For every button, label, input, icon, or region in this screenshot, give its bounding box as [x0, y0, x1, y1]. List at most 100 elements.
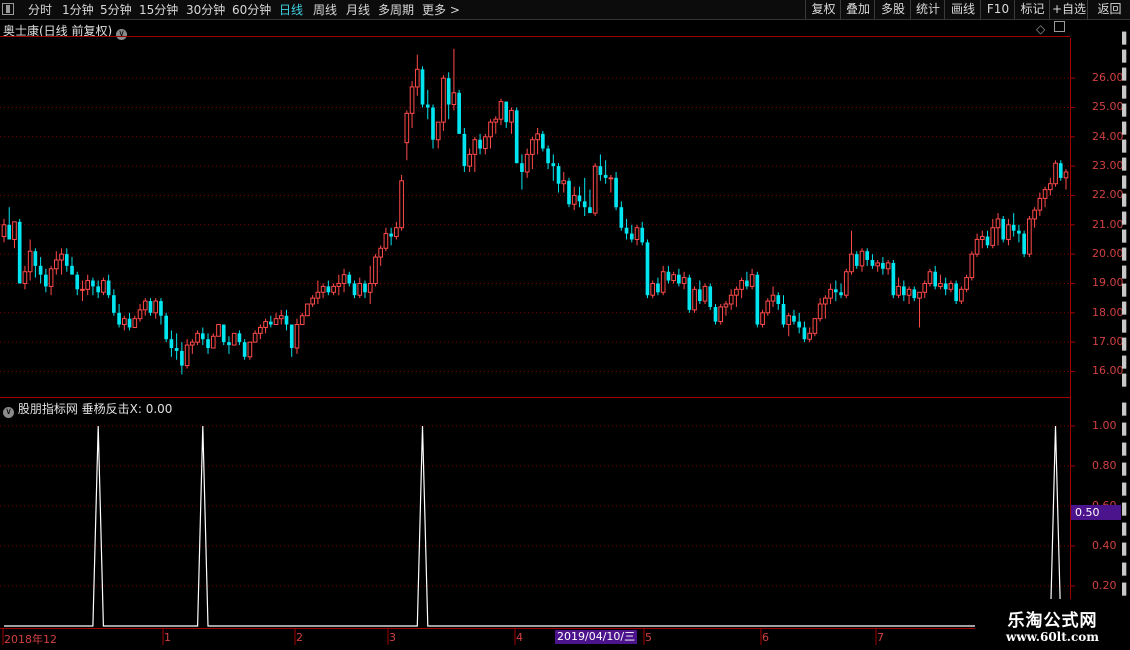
- candle-body-up: [22, 271, 28, 284]
- candle-body-up: [482, 136, 488, 150]
- candle-body-up: [896, 285, 901, 296]
- indicator-chevron-icon[interactable]: ∨: [3, 407, 14, 418]
- candle-body-down: [237, 333, 242, 343]
- candle-body-down: [44, 274, 48, 287]
- tool-button-2[interactable]: 多股: [874, 0, 911, 19]
- candle-body-down: [901, 286, 906, 296]
- candle-body-up: [702, 285, 708, 302]
- tool-button-0[interactable]: 复权: [805, 0, 841, 19]
- candle-body-up: [441, 77, 446, 123]
- candle-body-up: [739, 280, 744, 290]
- price-tick-label: 25.00: [1092, 100, 1124, 114]
- period-tab-4[interactable]: 30分钟: [186, 2, 225, 18]
- price-tick-label: 26.00: [1092, 71, 1124, 85]
- candle-body-up: [1047, 183, 1053, 191]
- right-edge-panel: ▌ ▌ ▌ ▌ ▌ ▌ ▌ ▌ ▌ ▌ ▌ ▌ ▌ ▌ ▌ ▌ ▌ ▌ ▌ ▌: [1122, 32, 1130, 387]
- period-tab-1[interactable]: 1分钟: [62, 2, 94, 18]
- candle-body-down: [446, 78, 451, 105]
- candle-body-up: [341, 274, 347, 284]
- period-tab-0[interactable]: 分时: [28, 2, 52, 18]
- candle-body-down: [206, 339, 210, 348]
- candle-body-down: [781, 304, 786, 325]
- candle-body-up: [969, 253, 975, 279]
- candle-body-up: [414, 68, 420, 88]
- period-tab-2[interactable]: 5分钟: [100, 2, 132, 18]
- candle-body-down: [352, 283, 357, 296]
- candle-body-up: [608, 177, 614, 180]
- candle-body-up: [53, 259, 59, 270]
- candle-body-up: [979, 236, 985, 240]
- candle-body-down: [933, 271, 938, 287]
- indicator-title: ∨ 股朋指标网 垂杨反击X: 0.00: [3, 400, 172, 418]
- candle-body-down: [645, 242, 650, 296]
- candle-body-up: [671, 274, 676, 282]
- tool-button-7[interactable]: +自选: [1049, 0, 1088, 19]
- candle-body-down: [159, 301, 163, 316]
- watermark-url: www.60lt.com: [1006, 630, 1099, 644]
- candle-body-down: [164, 315, 169, 340]
- panel-toggle-icon[interactable]: [2, 3, 14, 15]
- candle-body-down: [614, 177, 618, 208]
- candle-body-up: [1063, 171, 1069, 179]
- window-mode-icon[interactable]: [1054, 21, 1065, 35]
- candle-body-up: [12, 221, 17, 240]
- tool-button-8[interactable]: 返回: [1087, 0, 1130, 19]
- candle-body-down: [96, 286, 100, 293]
- candle-body-down: [541, 133, 545, 149]
- period-tab-10[interactable]: 更多 >: [422, 2, 460, 18]
- tool-button-3[interactable]: 统计: [910, 0, 945, 19]
- candle-body-up: [561, 180, 567, 185]
- indicator-tick-label: 1.00: [1092, 419, 1117, 432]
- candle-body-up: [959, 288, 964, 302]
- diamond-icon[interactable]: ◇: [1036, 22, 1045, 36]
- candle-body-up: [336, 282, 342, 287]
- candle-body-up: [80, 288, 85, 291]
- candle-body-down: [520, 163, 524, 172]
- candle-body-down: [624, 227, 629, 234]
- candle-body-up: [472, 139, 478, 155]
- candle-body-down: [802, 327, 807, 340]
- candle-body-down: [745, 280, 749, 287]
- candle-body-up: [216, 324, 221, 337]
- candle-body-down: [347, 274, 352, 284]
- period-tab-8[interactable]: 月线: [346, 2, 370, 18]
- tool-button-4[interactable]: 画线: [944, 0, 981, 19]
- candle-body-up: [435, 121, 441, 141]
- candle-body-down: [33, 251, 38, 266]
- tool-button-6[interactable]: 标记: [1014, 0, 1050, 19]
- candle-body-up: [247, 341, 253, 358]
- candle-body-down: [912, 289, 917, 299]
- dropdown-chevron-icon[interactable]: ∨: [116, 29, 128, 40]
- price-tick-label: 20.00: [1092, 247, 1124, 261]
- candle-body-up: [258, 326, 263, 334]
- kline-chart[interactable]: [0, 0, 1130, 650]
- candle-body-up: [765, 300, 771, 314]
- candle-body-up: [498, 101, 504, 120]
- candle-body-up: [509, 109, 514, 123]
- candle-body-down: [854, 254, 859, 266]
- candle-body-up: [48, 268, 54, 287]
- candle-body-up: [849, 253, 854, 273]
- candle-body-up: [571, 194, 577, 205]
- candle-body-up: [660, 271, 666, 293]
- period-tab-3[interactable]: 15分钟: [139, 2, 178, 18]
- stock-title: 奥士康(日线 前复权): [3, 24, 113, 38]
- period-tab-7[interactable]: 周线: [313, 2, 337, 18]
- candle-body-up: [760, 312, 765, 326]
- period-tab-6[interactable]: 日线: [279, 2, 303, 18]
- candle-body-down: [1001, 218, 1006, 240]
- period-tab-9[interactable]: 多周期: [378, 2, 414, 18]
- candle-body-up: [263, 321, 268, 328]
- tool-button-1[interactable]: 叠加: [840, 0, 875, 19]
- candle-body-up: [278, 315, 284, 320]
- candle-body-up: [195, 332, 200, 343]
- candle-body-up: [823, 297, 828, 305]
- candle-body-down: [221, 324, 226, 343]
- period-tab-5[interactable]: 60分钟: [232, 2, 271, 18]
- candle-body-down: [954, 283, 958, 302]
- price-tick-label: 24.00: [1092, 129, 1124, 143]
- candle-body-down: [833, 289, 838, 293]
- tool-button-5[interactable]: F10: [980, 0, 1015, 19]
- candle-body-down: [865, 251, 870, 260]
- candle-body-up: [524, 153, 530, 173]
